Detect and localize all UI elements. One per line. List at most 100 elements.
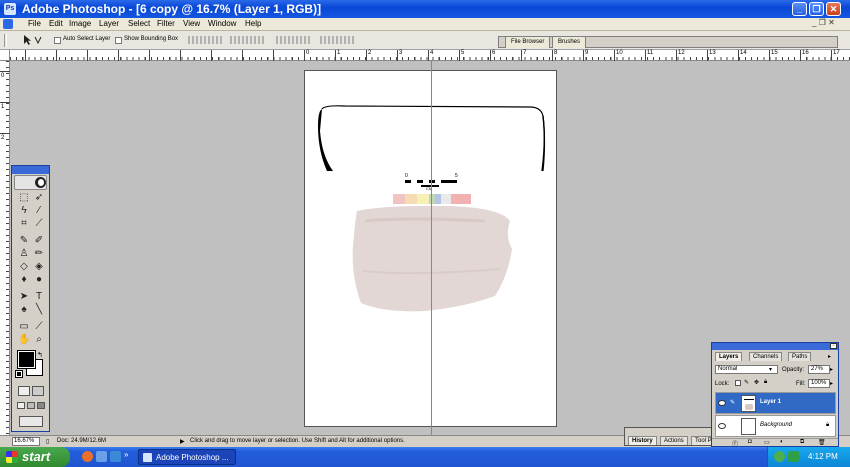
layer-name[interactable]: Layer 1 [760,399,781,405]
magic-wand-tool-icon[interactable]: ⁄ [33,205,45,217]
dodge-tool-icon[interactable]: ● [33,274,45,286]
opacity-slider-arrow-icon[interactable]: ▸ [830,366,833,373]
quicklaunch-ie-icon[interactable] [110,451,121,462]
menu-select[interactable]: Select [128,19,150,28]
bounding-box-checkbox[interactable] [115,37,122,44]
screen-mode-standard-icon[interactable] [17,402,25,409]
menu-filter[interactable]: Filter [157,19,175,28]
layers-palette-header[interactable] [712,343,838,350]
tab-channels[interactable]: Channels [749,352,783,361]
shape-tool-icon[interactable]: ╲ [33,304,45,316]
tab-brushes[interactable]: Brushes [552,36,587,48]
layer-name[interactable]: Background [760,422,792,428]
crop-tool-icon[interactable]: ⌗ [18,218,30,230]
security-tray-icon[interactable] [788,451,799,462]
task-photoshop[interactable]: Adobe Photoshop ... [138,449,236,465]
align-horizontal-icons[interactable] [230,36,266,44]
minimize-button[interactable]: _ [792,2,807,16]
tab-file-browser[interactable]: File Browser [505,36,551,48]
tab-actions[interactable]: Actions [660,436,688,445]
jump-to-imageready-icon[interactable] [19,416,43,427]
path-select-icon[interactable]: ➤ [18,291,30,303]
hand-tool-icon[interactable]: ✋ [18,334,30,346]
menu-layer[interactable]: Layer [99,19,119,28]
eye-icon[interactable] [718,400,726,406]
type-tool-icon[interactable]: T [33,291,45,303]
adjustment-layer-icon[interactable]: ◐ [780,439,784,445]
play-arrow-icon[interactable]: ▶ [180,438,185,445]
document-window-controls[interactable]: _ ❐ ✕ [812,18,835,27]
vertical-guide[interactable] [431,61,432,435]
quicklaunch-desktop-icon[interactable] [96,451,107,462]
healing-brush-icon[interactable]: ✎ [18,235,30,247]
blur-tool-icon[interactable]: ♦ [18,274,30,286]
quicklaunch-browser-icon[interactable] [82,451,93,462]
vertical-ruler[interactable]: 0 1 2 [0,61,10,435]
add-mask-icon[interactable]: ◘ [748,439,752,445]
menu-help[interactable]: Help [245,19,261,28]
menu-file[interactable]: File [28,19,41,28]
pen-tool-icon[interactable]: ♠ [18,304,30,316]
screen-mode-full-icon[interactable] [37,402,45,409]
brush-link-icon[interactable]: ✎ [730,399,735,406]
align-top-icons[interactable] [188,36,224,44]
doc-info-icon[interactable]: ▯ [46,438,49,445]
standard-mode-icon[interactable] [18,386,30,396]
screen-mode-full-menu-icon[interactable] [27,402,35,409]
new-layer-icon[interactable]: ⧉ [800,439,804,446]
eyedropper-tool-icon[interactable]: ⟋ [33,321,45,333]
notes-tool-icon[interactable]: ▭ [18,321,30,333]
eraser-tool-icon[interactable]: ◇ [18,261,30,273]
menu-window[interactable]: Window [208,19,236,28]
tab-layers[interactable]: Layers [715,352,743,361]
new-set-icon[interactable]: ▭ [764,439,770,446]
palette-minimize-icon[interactable]: ▫ [830,343,837,349]
lock-all-icon[interactable]: 🔒︎ [764,379,767,386]
tools-palette-header[interactable] [12,166,49,174]
paint-bucket-icon[interactable]: ◈ [33,261,45,273]
brush-tool-icon[interactable]: ✐ [33,235,45,247]
layer-row-layer-1[interactable]: ✎ Layer 1 [715,392,836,414]
distribute-vertical-icons[interactable] [276,36,312,44]
ruler-origin[interactable] [0,50,10,61]
lock-position-icon[interactable]: ✥ [754,379,759,386]
fill-slider-arrow-icon[interactable]: ▸ [830,380,833,387]
opacity-field[interactable]: 27% [808,365,830,374]
foreground-color-swatch[interactable] [17,350,36,369]
fill-field[interactable]: 100% [808,379,830,388]
default-colors-icon[interactable] [15,370,23,378]
lock-image-icon[interactable]: ✎ [744,379,749,386]
distribute-horizontal-icons[interactable] [320,36,354,44]
horizontal-ruler[interactable]: 0 1 2 3 4 5 6 7 8 9 10 11 12 13 14 15 16 17 [10,50,850,61]
start-button[interactable]: start [0,447,70,467]
slice-tool-icon[interactable]: ⟋ [33,218,45,230]
zoom-field[interactable]: 16.67% [12,437,40,446]
menu-edit[interactable]: Edit [49,19,63,28]
zoom-tool-icon[interactable]: ⌕ [33,334,45,346]
move-tool-icon[interactable] [22,34,44,46]
doc-icon[interactable] [3,19,13,29]
menu-view[interactable]: View [183,19,200,28]
quick-mask-icon[interactable] [32,386,44,396]
trash-icon[interactable]: 🗑︎ [818,439,826,446]
quicklaunch-more-icon[interactable]: » [124,450,128,459]
swap-colors-icon[interactable]: ↰ [37,351,43,359]
lock-transparency-icon[interactable] [735,380,741,386]
tab-history[interactable]: History [628,436,657,445]
layer-row-background[interactable]: Background 🔒︎ [715,415,836,437]
auto-select-checkbox[interactable] [54,37,61,44]
tab-paths[interactable]: Paths [788,352,812,361]
move-tool-icon[interactable]: ➶ [33,192,45,204]
clone-stamp-icon[interactable]: ♙ [18,248,30,260]
close-button[interactable]: ✕ [826,2,841,16]
chevron-down-icon[interactable]: ▾ [769,366,772,373]
history-brush-icon[interactable]: ✏ [33,248,45,260]
marquee-tool-icon[interactable]: ⬚ [18,192,30,204]
menu-image[interactable]: Image [69,19,91,28]
palette-menu-arrow-icon[interactable]: ▸ [828,353,831,360]
eye-icon[interactable] [718,423,726,429]
network-tray-icon[interactable] [774,451,785,462]
restore-button[interactable]: ❐ [809,2,824,16]
lasso-tool-icon[interactable]: ϟ [18,205,30,217]
adobe-online-logo[interactable] [14,175,47,190]
